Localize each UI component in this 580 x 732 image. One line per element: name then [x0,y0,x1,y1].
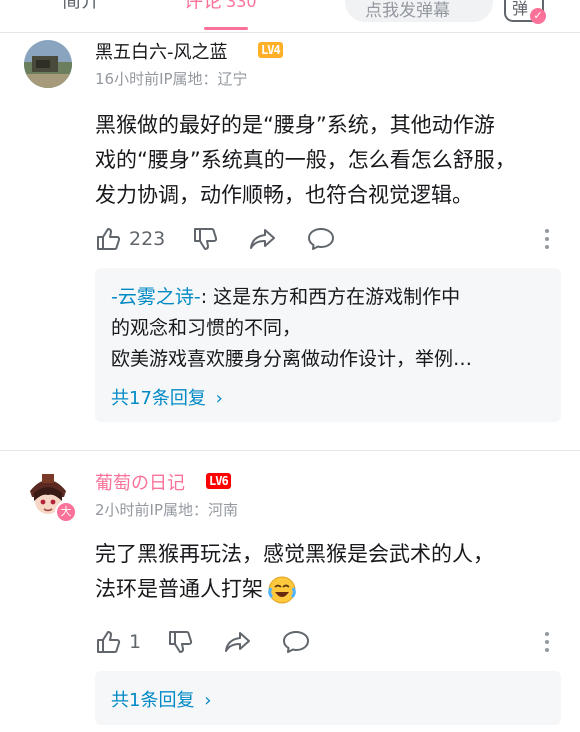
reply-preview-box[interactable]: 共1条回复 › [95,671,561,725]
like-button[interactable]: 1 [95,629,141,655]
level-badge: LV4 [258,42,283,58]
view-replies-label: 共17条回复 [111,388,206,409]
reply-line: : 这是东方和西方在游戏制作中 [200,286,461,308]
view-replies-label: 共1条回复 [111,690,195,711]
comment-meta: 2小时前IP属地：河南 [95,501,239,519]
chevron-right-icon: › [204,690,212,711]
more-icon[interactable] [545,229,549,253]
comment-line: 黑猴做的最好的是“腰身”系统，其他动作游 [95,113,495,137]
username[interactable]: 葡萄の日记 [95,469,185,495]
reply-line: 的观念和习惯的不同， [111,317,302,339]
share-icon [225,632,250,652]
avatar-badge-icon: 大 [55,501,77,523]
dislike-icon [194,228,218,250]
comment-text: 完了黑猴再玩法，感觉黑猴是会武术的人， 法环是普通人打架 [95,537,494,607]
avatar[interactable] [24,40,72,88]
comment-item: 大 葡萄の日记 LV6 2小时前IP属地：河南 完了黑猴再玩法，感觉黑猴是会武术… [0,451,580,732]
reply-button[interactable] [307,226,335,252]
comment-line: 发力协调，动作顺畅，也符合视觉逻辑。 [95,183,473,207]
view-replies-link[interactable]: 共17条回复 › [111,384,223,410]
comment-text: 黑猴做的最好的是“腰身”系统，其他动作游 戏的“腰身”系统真的一般，怎么看怎么舒… [95,108,516,213]
view-replies-link[interactable]: 共1条回复 › [111,686,211,712]
laughing-crying-emoji-icon [268,576,296,603]
reply-preview-box[interactable]: -云雾之诗-: 这是东方和西方在游戏制作中 的观念和习惯的不同， 欧美游戏喜欢腰… [95,268,561,422]
comment-line: 戏的“腰身”系统真的一般，怎么看怎么舒服， [95,148,516,172]
level-badge: LV6 [206,473,231,489]
comment-line: 法环是普通人打架 [95,577,263,601]
comment-item: 黑五白六-风之蓝 LV4 16小时前IP属地：辽宁 黑猴做的最好的是“腰身”系统… [0,0,580,450]
reply-button[interactable] [282,629,310,655]
like-icon [97,631,121,653]
like-count: 1 [129,631,142,653]
share-button[interactable] [249,226,277,252]
share-icon [250,229,275,249]
chevron-right-icon: › [215,388,223,409]
like-button[interactable]: 223 [95,226,165,252]
like-icon [97,228,121,250]
comment-line: 完了黑猴再玩法，感觉黑猴是会武术的人， [95,542,494,566]
share-button[interactable] [224,629,252,655]
reply-preview-text: -云雾之诗-: 这是东方和西方在游戏制作中 的观念和习惯的不同， 欧美游戏喜欢腰… [111,282,472,375]
username[interactable]: 黑五白六-风之蓝 [95,38,228,64]
dislike-icon [169,631,193,653]
dislike-button[interactable] [192,226,218,252]
reply-icon [283,631,309,653]
comment-meta: 16小时前IP属地：辽宁 [95,70,248,88]
dislike-button[interactable] [167,629,193,655]
like-count: 223 [129,228,166,250]
reply-username[interactable]: -云雾之诗- [111,286,201,308]
reply-line: 欧美游戏喜欢腰身分离做动作设计，举例… [111,348,473,370]
reply-icon [308,228,334,250]
more-icon[interactable] [545,632,549,656]
